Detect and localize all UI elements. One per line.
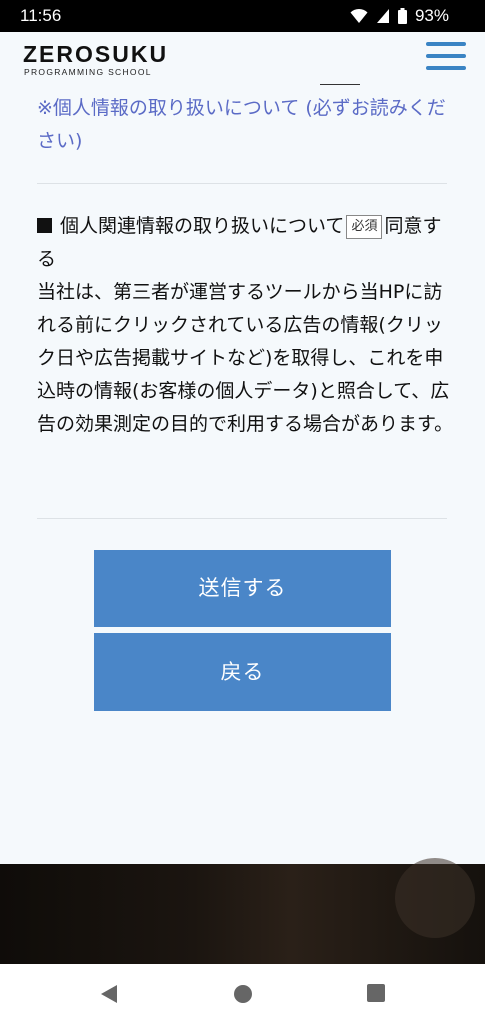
signal-icon — [376, 9, 389, 23]
floating-button[interactable] — [395, 858, 475, 938]
consent-body: 当社は、第三者が運営するツールから当HPに訪れる前にクリックされている広告の情報… — [37, 281, 454, 435]
home-icon[interactable] — [233, 984, 253, 1004]
back-icon[interactable] — [99, 984, 119, 1004]
divider — [320, 84, 360, 85]
battery-icon — [397, 8, 407, 24]
submit-button[interactable]: 送信する — [94, 550, 391, 627]
privacy-policy-link[interactable]: ※個人情報の取り扱いについて (必ずお読みください) — [37, 92, 452, 158]
recents-icon[interactable] — [367, 984, 385, 1002]
site-header: ZEROSUKU PROGRAMMING SCHOOL — [0, 32, 485, 84]
consent-section: 個人関連情報の取り扱いについて 必須 同意する 当社は、第三者が運営するツールから当… — [37, 210, 457, 441]
divider — [37, 183, 447, 184]
divider — [37, 518, 447, 519]
required-badge: 必須 — [346, 215, 383, 239]
logo-subtitle: PROGRAMMING SCHOOL — [24, 67, 152, 77]
wifi-icon — [350, 8, 368, 23]
back-button[interactable]: 戻る — [94, 633, 391, 711]
square-bullet-icon — [37, 218, 52, 233]
status-bar: 11:56 93% — [0, 0, 485, 32]
battery-percent: 93% — [414, 6, 449, 25]
hamburger-menu-icon[interactable] — [426, 40, 466, 72]
logo[interactable]: ZEROSUKU — [23, 41, 168, 68]
android-nav-bar — [0, 964, 485, 1024]
consent-heading: 個人関連情報の取り扱いについて — [60, 215, 345, 237]
status-time: 11:56 — [20, 6, 62, 25]
